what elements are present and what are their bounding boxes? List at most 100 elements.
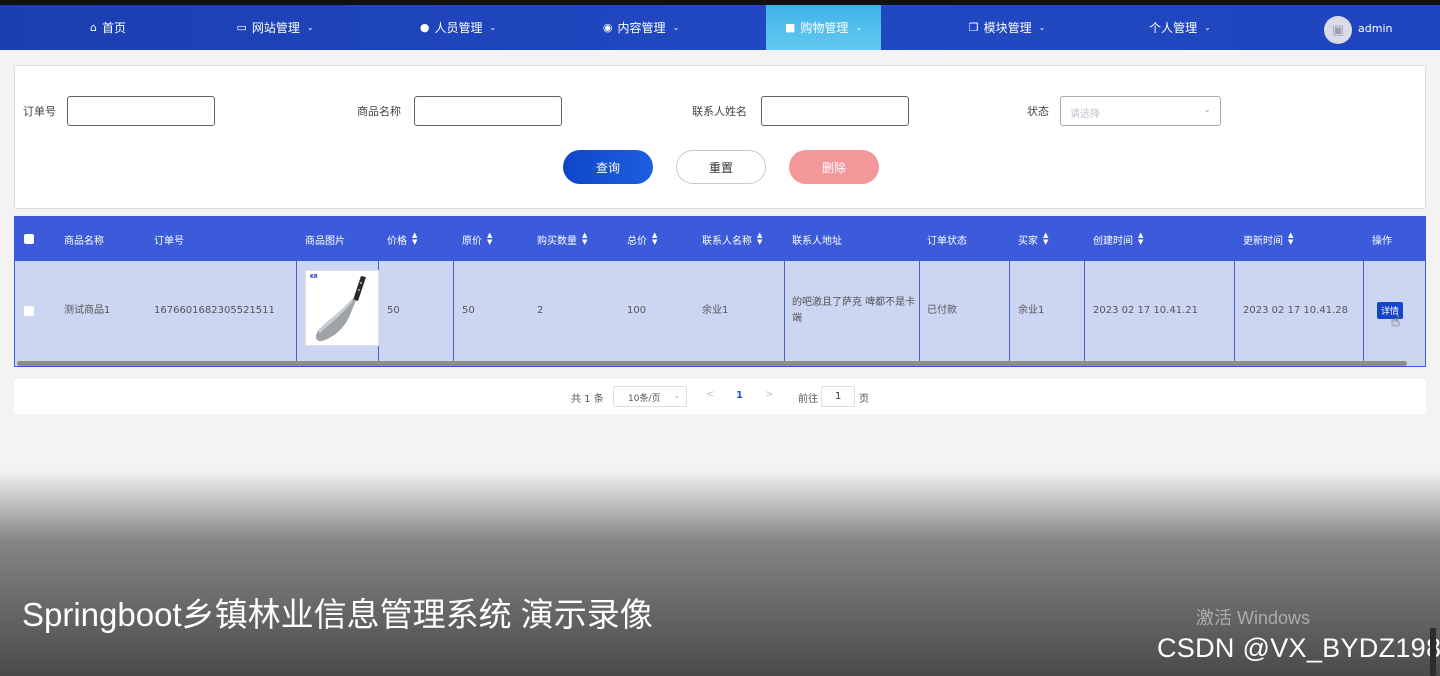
page-number-current[interactable]: 1 bbox=[736, 390, 743, 401]
header-label: 买家 bbox=[1018, 235, 1038, 247]
order-no-input[interactable] bbox=[67, 96, 215, 126]
cell-price: 50 bbox=[387, 305, 400, 316]
col-quantity[interactable]: 购买数量 ▲ ▼ bbox=[528, 217, 587, 261]
chevron-down-icon: ⌄ bbox=[673, 391, 680, 400]
col-product-image: 商品图片 bbox=[296, 217, 345, 261]
hand-cursor-icon: ☝ bbox=[1391, 312, 1401, 330]
sort-icon[interactable]: ▲ ▼ bbox=[1043, 232, 1048, 246]
user-icon: ● bbox=[419, 21, 430, 34]
machete-image: KR bbox=[306, 271, 378, 345]
nav-item-content-management[interactable]: ◉ 内容管理 ⌄ bbox=[586, 5, 696, 50]
orders-table: 商品名称 订单号 商品图片 价格 ▲ ▼ 原价 ▲ ▼ 购买数量 ▲ ▼ 总价 ▲ ▼ 联系人名… bbox=[14, 216, 1426, 367]
nav-item-label: 网站管理 bbox=[251, 21, 300, 35]
chevron-down-icon: ⌄ bbox=[1038, 23, 1046, 32]
prev-page-button[interactable]: < bbox=[706, 389, 714, 400]
nav-item-label: 个人管理 bbox=[1149, 21, 1198, 35]
col-contact-name[interactable]: 联系人名称 ▲ ▼ bbox=[693, 217, 762, 261]
home-icon: ⌂ bbox=[90, 21, 97, 34]
header-label: 订单状态 bbox=[927, 235, 967, 247]
sort-icon[interactable]: ▲ ▼ bbox=[412, 232, 417, 246]
sort-icon[interactable]: ▲ ▼ bbox=[652, 232, 657, 246]
page-size-value: 10条/页 bbox=[628, 394, 661, 404]
nav-item-label: 内容管理 bbox=[617, 21, 666, 35]
chevron-down-icon: ⌄ bbox=[1204, 23, 1211, 32]
nav-item-personal-management[interactable]: 个人管理 ⌄ bbox=[1130, 5, 1230, 50]
horizontal-scrollbar[interactable] bbox=[17, 361, 1407, 366]
nav-item-site-management[interactable]: ▭ 网站管理 ⌄ bbox=[220, 5, 330, 50]
nav-item-label: 首页 bbox=[101, 21, 126, 35]
cell-order-status: 已付款 bbox=[927, 305, 957, 316]
cell-order-no: 1676601682305521511 bbox=[154, 305, 275, 316]
sort-icon[interactable]: ▲ ▼ bbox=[757, 232, 762, 246]
nav-item-module-management[interactable]: ❐ 模块管理 ⌄ bbox=[952, 5, 1062, 50]
row-checkbox[interactable] bbox=[24, 306, 34, 316]
cell-contact-address: 的吧激且了萨克 啤都不是卡端 bbox=[792, 297, 916, 324]
col-product-name: 商品名称 bbox=[55, 217, 104, 261]
bag-icon: ■ bbox=[784, 21, 796, 34]
chevron-down-icon: ⌄ bbox=[306, 23, 314, 32]
contact-name-label: 联系人姓名 bbox=[692, 105, 747, 118]
select-all-checkbox[interactable] bbox=[24, 234, 34, 244]
cell-updated-at: 2023 02 17 10.41.28 bbox=[1243, 305, 1348, 316]
sort-icon[interactable]: ▲ ▼ bbox=[487, 232, 492, 246]
contact-name-input[interactable] bbox=[761, 96, 909, 126]
nav-item-label: 购物管理 bbox=[800, 21, 849, 35]
next-page-button[interactable]: > bbox=[765, 389, 773, 400]
cell-original-price: 50 bbox=[462, 305, 475, 316]
sort-icon[interactable]: ▲ ▼ bbox=[1138, 232, 1143, 246]
copy-icon: ❐ bbox=[968, 21, 979, 34]
nav-item-label: 模块管理 bbox=[983, 21, 1032, 35]
product-image: KR bbox=[305, 270, 379, 346]
header-label: 总价 bbox=[627, 235, 647, 247]
goto-label: 前往 bbox=[798, 394, 818, 405]
reset-button[interactable]: 重置 bbox=[676, 150, 766, 184]
chevron-down-icon: ⌄ bbox=[672, 23, 680, 32]
avatar[interactable]: ▣ bbox=[1324, 16, 1352, 44]
cell-contact-name: 余业1 bbox=[702, 305, 729, 316]
col-total[interactable]: 总价 ▲ ▼ bbox=[618, 217, 657, 261]
header-label: 更新时间 bbox=[1243, 235, 1283, 247]
page-size-select[interactable]: 10条/页 ⌄ bbox=[613, 386, 687, 407]
column-divider bbox=[1363, 261, 1364, 361]
cell-product-name: 测试商品1 bbox=[64, 305, 111, 316]
nav-item-shopping-management[interactable]: ■ 购物管理 ⌄ bbox=[766, 5, 881, 50]
header-label: 商品名称 bbox=[64, 235, 104, 247]
col-original-price[interactable]: 原价 ▲ ▼ bbox=[453, 217, 492, 261]
monitor-icon: ▭ bbox=[236, 21, 247, 34]
cell-buyer: 余业1 bbox=[1018, 305, 1045, 316]
order-no-label: 订单号 bbox=[23, 105, 56, 118]
header-label: 价格 bbox=[387, 235, 407, 247]
chat-icon: ◉ bbox=[602, 21, 613, 34]
col-buyer[interactable]: 买家 ▲ ▼ bbox=[1009, 217, 1048, 261]
col-price[interactable]: 价格 ▲ ▼ bbox=[378, 217, 417, 261]
header-label: 原价 bbox=[462, 235, 482, 247]
cell-quantity: 2 bbox=[537, 305, 544, 316]
svg-text:KR: KR bbox=[310, 274, 318, 280]
windows-activation-watermark: 激活 Windows bbox=[1196, 608, 1311, 628]
query-button[interactable]: 查询 bbox=[563, 150, 653, 184]
col-order-status: 订单状态 bbox=[918, 217, 967, 261]
user-name[interactable]: admin bbox=[1358, 22, 1392, 35]
chevron-down-icon: ⌄ bbox=[855, 23, 863, 32]
status-select[interactable]: 请选择 ⌄ bbox=[1060, 96, 1221, 126]
chevron-down-icon: ⌄ bbox=[1203, 105, 1211, 115]
col-updated-at[interactable]: 更新时间 ▲ ▼ bbox=[1234, 217, 1293, 261]
video-caption: Springboot乡镇林业信息管理系统 演示录像 bbox=[22, 596, 653, 633]
delete-button[interactable]: 删除 bbox=[789, 150, 879, 184]
csdn-watermark: CSDN @VX_BYDZ1988 bbox=[1157, 633, 1440, 663]
product-name-label: 商品名称 bbox=[357, 105, 401, 118]
goto-page-input[interactable]: 1 bbox=[821, 386, 855, 407]
header-label: 商品图片 bbox=[305, 235, 345, 247]
sort-icon[interactable]: ▲ ▼ bbox=[1288, 232, 1293, 246]
status-label: 状态 bbox=[1027, 105, 1049, 118]
top-navbar: ⌂ 首页 ▭ 网站管理 ⌄ ● 人员管理 ⌄ ◉ 内容管理 ⌄ ■ 购物管理 ⌄… bbox=[0, 5, 1440, 50]
nav-item-label: 人员管理 bbox=[434, 21, 483, 35]
col-created-at[interactable]: 创建时间 ▲ ▼ bbox=[1084, 217, 1143, 261]
nav-item-personnel-management[interactable]: ● 人员管理 ⌄ bbox=[403, 5, 513, 50]
product-name-input[interactable] bbox=[414, 96, 562, 126]
sort-icon[interactable]: ▲ ▼ bbox=[582, 232, 587, 246]
chevron-down-icon: ⌄ bbox=[489, 23, 497, 32]
nav-item-home[interactable]: ⌂ 首页 bbox=[62, 5, 154, 50]
goto-suffix: 页 bbox=[859, 394, 869, 405]
page-scrollbar[interactable] bbox=[1430, 628, 1436, 676]
